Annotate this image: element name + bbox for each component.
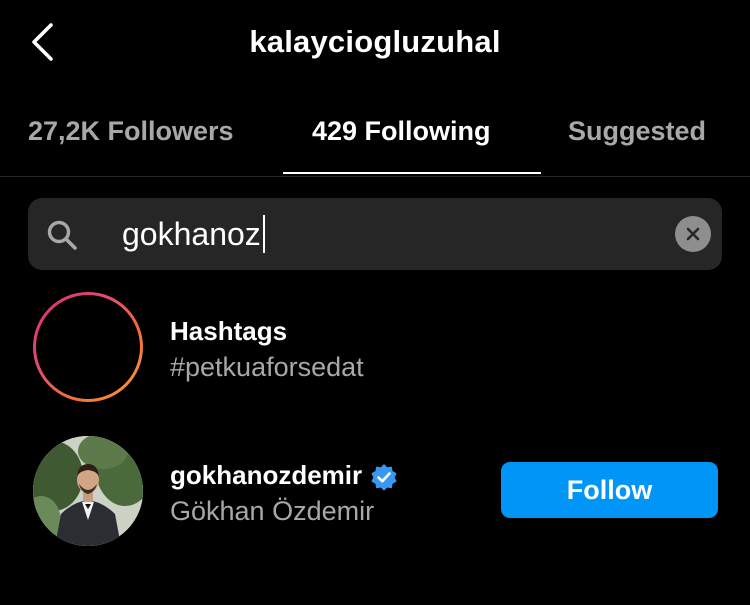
search-query: gokhanoz [122, 215, 261, 252]
tab-followers[interactable]: 27,2K Followers [28, 116, 234, 147]
tab-suggested[interactable]: Suggested [568, 116, 706, 147]
search-input[interactable]: gokhanoz [28, 198, 722, 270]
hashtag-icon [64, 318, 112, 376]
follow-button[interactable]: Follow [501, 462, 718, 518]
tab-bar: 27,2K Followers 429 Following Suggested [0, 100, 750, 177]
tab-following[interactable]: 429 Following [312, 116, 491, 147]
full-name: Gökhan Özdemir [170, 496, 375, 526]
profile-photo [33, 436, 143, 546]
result-subtitle: #petkuaforsedat [170, 352, 364, 382]
active-tab-indicator [283, 172, 541, 174]
result-title: Hashtags [170, 316, 288, 346]
hashtag-avatar [33, 292, 143, 402]
list-item-hashtags[interactable]: Hashtags #petkuaforsedat [0, 292, 750, 406]
avatar[interactable] [33, 436, 143, 546]
clear-search-button[interactable] [675, 216, 711, 252]
list-item-user[interactable]: gokhanozdemir Gökhan Özdemir Follow [0, 436, 750, 550]
verified-badge-icon [371, 464, 397, 491]
search-icon [47, 220, 77, 250]
text-cursor [262, 215, 265, 253]
page-title: kalaycioglu​zuhal [249, 24, 501, 59]
clear-icon [686, 227, 700, 241]
username: gokhanozdemir [170, 460, 363, 490]
header: kalaycioglu​zuhal [0, 0, 750, 90]
